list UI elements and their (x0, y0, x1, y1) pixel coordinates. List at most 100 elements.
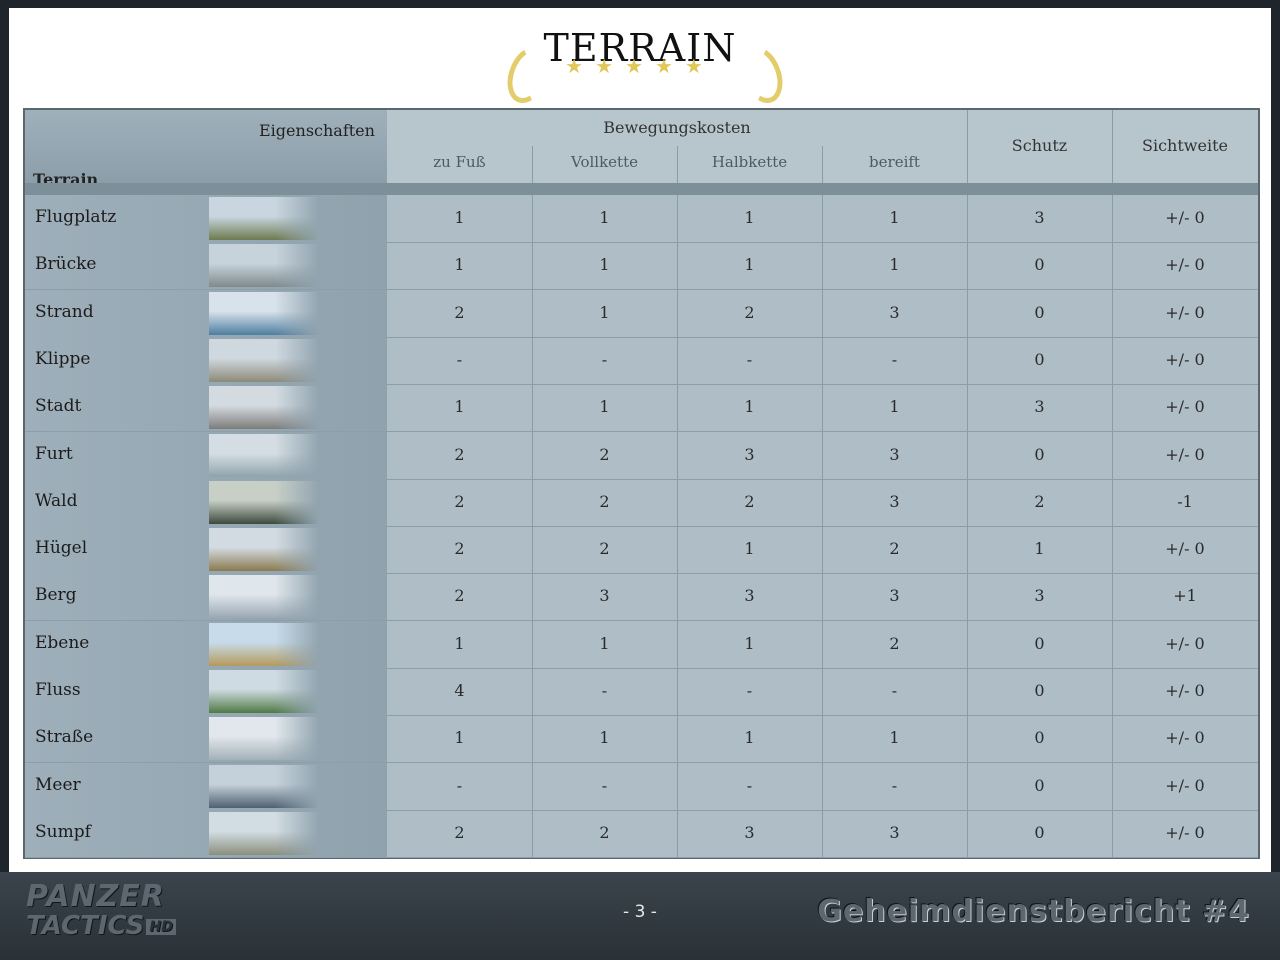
cell-zu_fuss: 2 (454, 444, 465, 464)
cell-zu_fuss: 1 (454, 728, 465, 748)
cell-schutz: 0 (1034, 255, 1045, 275)
logo-hd: HD (146, 918, 176, 935)
cell-schutz: 3 (1034, 586, 1045, 606)
table-row: Meer - - - - 0 +/- 0 (25, 762, 1258, 811)
terrain-name: Brücke (35, 254, 97, 275)
cell-sicht: +/- 0 (1165, 728, 1205, 748)
divider (967, 110, 968, 183)
table-row: Hügel 2 2 1 2 1 +/- 0 (25, 526, 1258, 575)
cell-bereift: 3 (889, 302, 900, 322)
header-schutz: Schutz (1011, 136, 1068, 155)
cell-schutz: 3 (1034, 397, 1045, 417)
cell-sicht: +/- 0 (1165, 208, 1205, 227)
cell-schutz: 0 (1034, 728, 1045, 748)
terrain-thumbnail-image (209, 291, 319, 335)
cell-bereift: 2 (889, 539, 900, 559)
cell-zu_fuss: 2 (454, 302, 465, 322)
cell-vollkette: - (601, 681, 608, 700)
terrain-name: Meer (35, 774, 81, 795)
header-left: Eigenschaften Terrain (25, 110, 387, 189)
terrain-name: Strand (35, 301, 94, 322)
terrain-thumbnail-image (209, 670, 319, 713)
cell-sicht: -1 (1177, 491, 1193, 511)
cell-halbkette: - (746, 349, 753, 369)
cell-zu_fuss: 4 (454, 681, 465, 700)
terrain-label-cell: Ebene (25, 620, 387, 668)
cell-bereift: 3 (889, 444, 900, 464)
cell-schutz: 1 (1034, 539, 1045, 559)
table-row: Strand 2 1 2 3 0 +/- 0 (25, 289, 1258, 338)
terrain-thumbnail-image (209, 622, 319, 666)
cell-sicht: +/- 0 (1165, 681, 1205, 700)
terrain-name: Ebene (35, 632, 90, 653)
table-row: Klippe - - - - 0 +/- 0 (25, 336, 1258, 385)
terrain-thumbnail-image (209, 197, 319, 240)
terrain-label-cell: Wald (25, 478, 387, 526)
table-row: Flugplatz 1 1 1 1 3 +/- 0 (25, 195, 1258, 243)
terrain-thumbnail-image (209, 338, 319, 382)
logo-line1: PANZER (26, 879, 165, 914)
divider (677, 146, 678, 183)
cell-sicht: +/- 0 (1165, 397, 1205, 417)
terrain-name: Straße (35, 727, 94, 748)
cell-vollkette: 1 (599, 728, 610, 748)
table-row: Wald 2 2 2 3 2 -1 (25, 478, 1258, 527)
cell-bereift: 3 (889, 822, 900, 842)
stars-icon: ★★★★★ (565, 54, 715, 78)
divider (822, 146, 823, 183)
terrain-thumbnail-image (209, 386, 319, 430)
terrain-name: Wald (35, 490, 78, 511)
header-zu-fuss: zu Fuß (433, 153, 486, 171)
terrain-name: Furt (35, 443, 73, 464)
page-number: - 3 - (623, 902, 657, 922)
header-sichtweite: Sichtweite (1142, 136, 1228, 155)
terrain-name: Klippe (35, 348, 91, 369)
terrain-thumbnail-image (209, 764, 319, 808)
cell-schutz: 2 (1034, 491, 1045, 511)
cell-sicht: +/- 0 (1165, 633, 1205, 653)
cell-zu_fuss: 1 (454, 208, 465, 227)
cell-halbkette: 1 (744, 397, 755, 417)
header-band (25, 183, 1258, 195)
header-halbkette: Halbkette (711, 153, 788, 171)
header-bewegungskosten: Bewegungskosten (603, 118, 751, 137)
cell-vollkette: 2 (599, 822, 610, 842)
cell-schutz: 0 (1034, 822, 1045, 842)
divider (532, 146, 533, 183)
cell-zu_fuss: 1 (454, 255, 465, 275)
cell-halbkette: 3 (744, 822, 755, 842)
cell-halbkette: 1 (744, 255, 755, 275)
cell-vollkette: 1 (599, 208, 610, 227)
cell-schutz: 0 (1034, 349, 1045, 369)
cell-bereift: - (891, 681, 898, 700)
document-page: TERRAIN ★★★★★ Eigenschaften Terrain Bewe… (9, 8, 1271, 872)
logo-line2: TACTICS (26, 911, 145, 941)
header-right: Bewegungskosten zu Fuß Vollkette Halbket… (387, 110, 1258, 183)
cell-vollkette: 2 (599, 491, 610, 511)
cell-zu_fuss: 2 (454, 491, 465, 511)
terrain-label-cell: Hügel (25, 526, 387, 574)
terrain-label-cell: Strand (25, 289, 387, 337)
cell-sicht: +/- 0 (1165, 349, 1205, 369)
table-row: Straße 1 1 1 1 0 +/- 0 (25, 715, 1258, 764)
terrain-label-cell: Meer (25, 762, 387, 810)
terrain-label-cell: Klippe (25, 336, 387, 384)
cell-vollkette: 1 (599, 302, 610, 322)
cell-bereift: 3 (889, 586, 900, 606)
terrain-thumbnail-image (209, 244, 319, 288)
terrain-label-cell: Berg (25, 573, 387, 621)
cell-zu_fuss: 2 (454, 586, 465, 606)
terrain-label-cell: Flugplatz (25, 195, 387, 242)
table-row: Sumpf 2 2 3 3 0 +/- 0 (25, 809, 1258, 858)
cell-sicht: +/- 0 (1165, 302, 1205, 322)
terrain-label-cell: Fluss (25, 668, 387, 715)
cell-bereift: - (891, 775, 898, 795)
cell-vollkette: 2 (599, 539, 610, 559)
table-row: Berg 2 3 3 3 3 +1 (25, 573, 1258, 622)
cell-halbkette: 1 (744, 208, 755, 227)
cell-halbkette: - (746, 681, 753, 700)
cell-bereift: 3 (889, 491, 900, 511)
header-bereift: bereift (869, 153, 920, 171)
panzer-tactics-logo: PANZER TACTICS HD (26, 882, 176, 941)
cell-halbkette: 1 (744, 728, 755, 748)
